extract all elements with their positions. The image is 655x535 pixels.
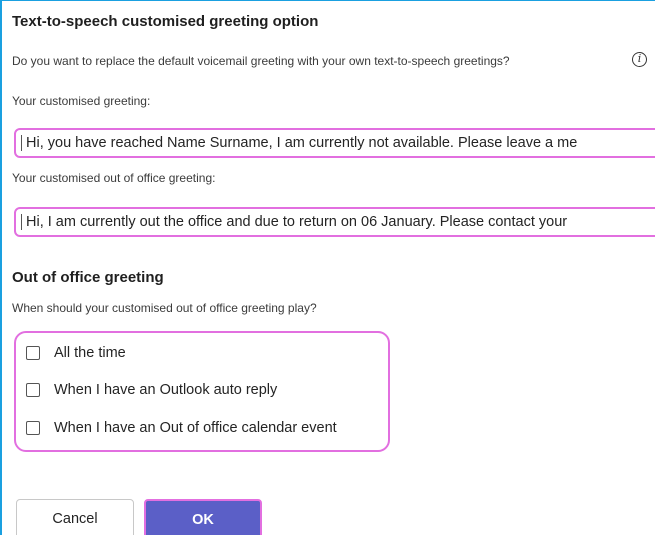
tts-question: Do you want to replace the default voice… bbox=[12, 54, 510, 68]
ooo-options-group: All the time When I have an Outlook auto… bbox=[14, 331, 390, 452]
ooo-heading: Out of office greeting bbox=[12, 269, 164, 286]
option-label: When I have an Outlook auto reply bbox=[54, 382, 278, 398]
checkbox[interactable] bbox=[26, 383, 40, 397]
option-all-the-time[interactable]: All the time bbox=[26, 342, 126, 364]
greeting-input[interactable]: Hi, you have reached Name Surname, I am … bbox=[14, 128, 655, 158]
checkbox[interactable] bbox=[26, 421, 40, 435]
option-outlook-auto-reply[interactable]: When I have an Outlook auto reply bbox=[26, 379, 277, 401]
info-icon[interactable]: i bbox=[632, 52, 647, 67]
ooo-question: When should your customised out of offic… bbox=[12, 301, 317, 315]
ok-button[interactable]: OK bbox=[144, 499, 262, 535]
option-ooo-calendar-event[interactable]: When I have an Out of office calendar ev… bbox=[26, 417, 337, 439]
option-label: When I have an Out of office calendar ev… bbox=[54, 420, 337, 436]
ooo-greeting-label: Your customised out of office greeting: bbox=[12, 171, 216, 185]
checkbox[interactable] bbox=[26, 346, 40, 360]
cancel-button[interactable]: Cancel bbox=[16, 499, 134, 535]
tts-heading: Text-to-speech customised greeting optio… bbox=[12, 13, 319, 30]
option-label: All the time bbox=[54, 345, 126, 361]
greeting-label: Your customised greeting: bbox=[12, 94, 151, 108]
ooo-greeting-input[interactable]: Hi, I am currently out the office and du… bbox=[14, 207, 655, 237]
greeting-settings-panel: Text-to-speech customised greeting optio… bbox=[0, 0, 655, 535]
